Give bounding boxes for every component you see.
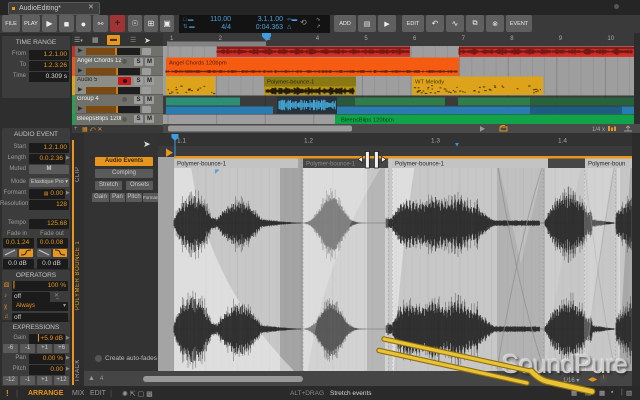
svg-text:Polymer-bounce-1: Polymer-bounce-1: [306, 162, 356, 168]
svg-text:WT Melody: WT Melody: [415, 80, 444, 86]
svg-text:Polymer-bounce-1: Polymer-bounce-1: [177, 162, 227, 168]
svg-text:BleepsBlips 120bpm: BleepsBlips 120bpm: [341, 118, 394, 124]
svg-text:1.4: 1.4: [558, 138, 567, 145]
svg-text:10: 10: [607, 36, 614, 42]
svg-text:Angel Chords 120bpm: Angel Chords 120bpm: [169, 61, 227, 67]
svg-text:Polymer-bounce-1: Polymer-bounce-1: [267, 80, 314, 86]
svg-text:Polymer-bounce-1: Polymer-bounce-1: [395, 162, 445, 168]
svg-text:1.1: 1.1: [177, 138, 186, 145]
svg-text:1.2: 1.2: [304, 138, 313, 145]
svg-text:1.3: 1.3: [431, 138, 440, 145]
svg-text:Polymer-boun: Polymer-boun: [588, 162, 625, 168]
